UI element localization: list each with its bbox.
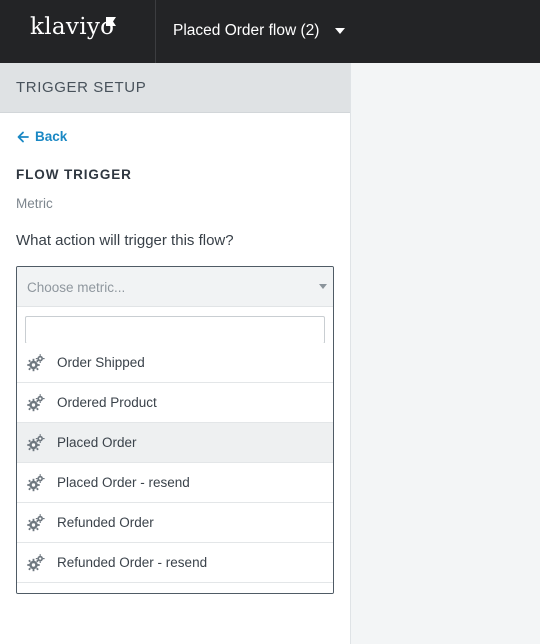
metric-option-label: Refunded Order xyxy=(57,515,154,530)
metric-placeholder: Choose metric... xyxy=(27,280,126,295)
caret-down-icon xyxy=(319,284,327,289)
metric-option-label: Order Shipped xyxy=(57,355,145,370)
top-bar: klaviyo Placed Order flow (2) xyxy=(0,0,540,63)
metric-option[interactable]: Refunded Order xyxy=(17,503,333,543)
panel-header: TRIGGER SETUP xyxy=(0,63,350,113)
gears-icon xyxy=(26,473,46,493)
metric-option-label: Ordered Product xyxy=(57,395,157,410)
trigger-setup-panel: TRIGGER SETUP Back FLOW TRIGGER Metric W… xyxy=(0,63,351,644)
gears-icon xyxy=(26,553,46,573)
metric-search-input[interactable] xyxy=(25,316,325,344)
section-title: FLOW TRIGGER xyxy=(16,167,132,182)
metric-option-label: Placed Order xyxy=(57,435,137,450)
metric-option-label: Placed Order - resend xyxy=(57,475,190,490)
metric-option[interactable]: Refunded Order - resend xyxy=(17,543,333,583)
trigger-type: Metric xyxy=(16,196,53,211)
metric-option[interactable]: Placed Order - resend xyxy=(17,463,333,503)
metric-option[interactable]: Ordered Product xyxy=(17,383,333,423)
flag-icon xyxy=(106,17,116,26)
metric-option[interactable] xyxy=(17,583,333,593)
metric-option-highlighted[interactable]: Placed Order xyxy=(17,423,333,463)
metric-select[interactable]: Choose metric... xyxy=(17,267,333,307)
flow-name: Placed Order flow (2) xyxy=(173,22,320,39)
flow-selector[interactable]: Placed Order flow (2) xyxy=(157,0,540,63)
gears-icon xyxy=(26,353,46,373)
back-label: Back xyxy=(35,129,68,144)
caret-down-icon xyxy=(335,28,345,34)
klaviyo-logo[interactable]: klaviyo xyxy=(0,0,156,63)
arrow-left-icon xyxy=(17,131,29,142)
gears-icon xyxy=(26,513,46,533)
metric-options-list: Order Shipped Ordered Product Placed Ord… xyxy=(17,343,333,593)
flow-canvas[interactable] xyxy=(352,63,540,644)
logo-wordmark: klaviyo xyxy=(30,14,115,40)
metric-dropdown: Choose metric... Order Shipped Ordered P… xyxy=(16,266,334,594)
metric-option[interactable]: Order Shipped xyxy=(17,343,333,383)
back-link[interactable]: Back xyxy=(17,129,67,144)
trigger-question: What action will trigger this flow? xyxy=(16,232,234,249)
gears-icon xyxy=(26,393,46,413)
metric-option-label: Refunded Order - resend xyxy=(57,555,208,570)
gears-icon xyxy=(26,433,46,453)
